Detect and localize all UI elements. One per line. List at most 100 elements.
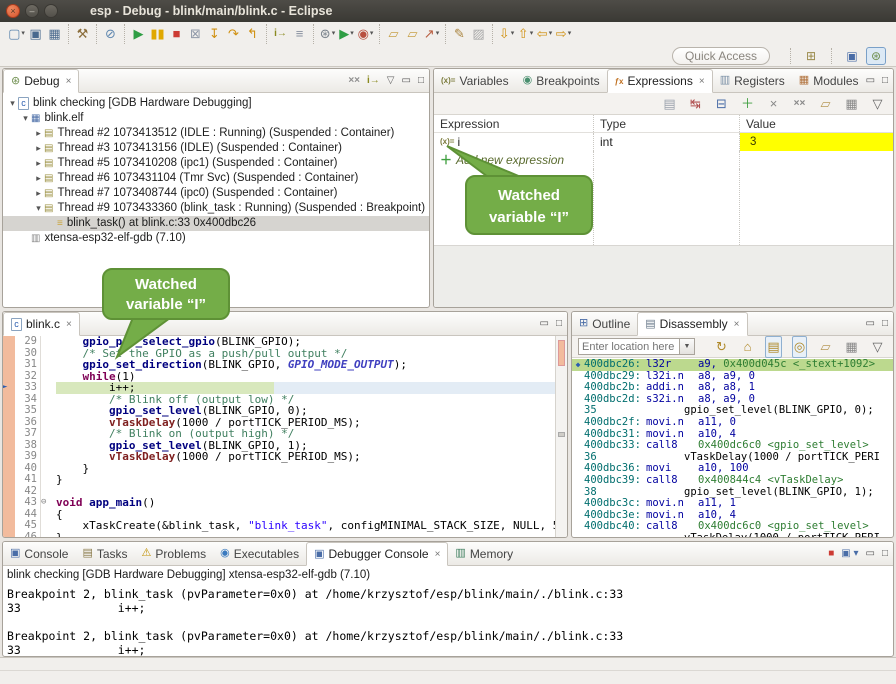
build-icon[interactable]: ⚒ xyxy=(73,24,92,44)
open-resource-icon[interactable]: ▱ xyxy=(403,24,422,44)
step-into-icon[interactable]: ↧ xyxy=(205,24,224,44)
tab-registers[interactable]: ▥Registers xyxy=(713,69,792,92)
goto-annotation-icon[interactable]: ⇧▾ xyxy=(516,24,535,44)
instruction-stepping-toggle-icon[interactable]: i→ xyxy=(367,75,380,86)
maximize-icon[interactable]: □ xyxy=(882,548,888,559)
column-header-type[interactable]: Type xyxy=(594,115,740,132)
new-view-icon[interactable]: ▱ xyxy=(816,94,835,114)
close-tab-icon[interactable]: × xyxy=(734,319,740,330)
mark-occurrences-icon[interactable]: ▨ xyxy=(469,24,488,44)
tab-debugger-console[interactable]: ▣Debugger Console× xyxy=(306,542,448,566)
pin-view-icon[interactable]: ▦ xyxy=(842,94,861,114)
tab-expressions[interactable]: ƒxExpressions× xyxy=(607,69,713,93)
maximize-icon[interactable]: □ xyxy=(882,75,888,86)
resume-icon[interactable]: ▶ xyxy=(129,24,148,44)
run-launch-icon[interactable]: ▶▾ xyxy=(337,24,356,44)
debug-perspective-icon[interactable]: ⊛ xyxy=(866,47,886,65)
editor-overview-ruler[interactable] xyxy=(555,336,567,537)
close-window-icon[interactable]: × xyxy=(6,4,20,18)
close-tab-icon[interactable]: × xyxy=(435,549,441,560)
tree-item[interactable]: ▾cblink checking [GDB Hardware Debugging… xyxy=(3,96,429,111)
editor-code-area[interactable]: gpio_pad_select_gpio(BLINK_GPIO); /* Set… xyxy=(50,336,555,537)
cpp-perspective-icon[interactable]: ▣ xyxy=(842,47,862,65)
disconnect-icon[interactable]: ⊠ xyxy=(186,24,205,44)
code-editor[interactable]: ► 293031323334353637383940414243444546 ⊖… xyxy=(3,336,567,537)
tree-item[interactable]: ▸▤Thread #3 1073413156 (IDLE) (Suspended… xyxy=(3,141,429,156)
home-icon[interactable]: ⌂ xyxy=(738,337,757,357)
launch-history-icon[interactable]: ↗▾ xyxy=(422,24,441,44)
tab-console[interactable]: ▣Console xyxy=(3,542,75,565)
back-icon[interactable]: ⇦▾ xyxy=(535,24,554,44)
show-logical-structure-icon[interactable]: ↹ xyxy=(686,94,705,114)
expand-toggle-icon[interactable]: ▸ xyxy=(33,126,44,141)
expand-toggle-icon[interactable]: ▸ xyxy=(33,186,44,201)
show-type-names-icon[interactable]: ▤ xyxy=(660,94,679,114)
minimize-icon[interactable]: ▭ xyxy=(402,75,411,86)
tab-memory[interactable]: ▥Memory xyxy=(448,542,520,565)
use-step-filters-icon[interactable]: ≡ xyxy=(290,24,309,44)
open-task-icon[interactable]: ▱ xyxy=(384,24,403,44)
step-over-icon[interactable]: ↷ xyxy=(224,24,243,44)
new-wizard-icon[interactable]: ▢▾ xyxy=(7,24,26,44)
step-return-icon[interactable]: ↰ xyxy=(243,24,262,44)
collapse-all-icon[interactable]: ⊟ xyxy=(712,94,731,114)
location-input[interactable] xyxy=(578,338,680,355)
console-output[interactable]: Breakpoint 2, blink_task (pvParameter=0x… xyxy=(3,583,893,656)
minimize-icon[interactable]: ▭ xyxy=(866,548,875,559)
tab-outline[interactable]: ⊞Outline xyxy=(572,312,637,335)
tree-item[interactable]: ▾▦blink.elf xyxy=(3,111,429,126)
tab-modules[interactable]: ▦Modules xyxy=(792,69,866,92)
minimize-icon[interactable]: ▭ xyxy=(540,318,549,329)
expand-toggle-icon[interactable]: ▸ xyxy=(33,171,44,186)
save-icon[interactable]: ▣ xyxy=(26,24,45,44)
maximize-icon[interactable]: □ xyxy=(418,75,424,86)
tab-tasks[interactable]: ▤Tasks xyxy=(75,542,134,565)
tab-blink.c[interactable]: cblink.c× xyxy=(3,312,80,336)
sync-context-toggle-icon[interactable]: ◎ xyxy=(790,337,809,357)
debug-launch-icon[interactable]: ⊛▾ xyxy=(318,24,337,44)
tree-item[interactable]: ▸▤Thread #7 1073408744 (ipc0) (Suspended… xyxy=(3,186,429,201)
display-console-icon[interactable]: ▣ ▾ xyxy=(841,548,858,559)
terminate-icon[interactable]: ■ xyxy=(167,24,186,44)
save-all-icon[interactable]: ▦ xyxy=(45,24,64,44)
remove-expression-icon[interactable]: × xyxy=(764,94,783,114)
show-source-toggle-icon[interactable]: ▤ xyxy=(764,337,783,357)
terminate-console-icon[interactable]: ■ xyxy=(828,548,834,559)
skip-all-breakpoints-icon[interactable]: ⊘ xyxy=(101,24,120,44)
tab-breakpoints[interactable]: ◉Breakpoints xyxy=(516,69,607,92)
tree-item[interactable]: ▸▤Thread #2 1073413512 (IDLE : Running) … xyxy=(3,126,429,141)
minimize-icon[interactable]: ▭ xyxy=(866,75,875,86)
tab-debug[interactable]: ⊛Debug× xyxy=(3,69,79,93)
format-brush-icon[interactable]: ✎ xyxy=(450,24,469,44)
minimize-window-icon[interactable]: – xyxy=(25,4,39,18)
refresh-icon[interactable]: ↻ xyxy=(712,337,731,357)
view-menu-icon[interactable]: ▽ xyxy=(868,94,887,114)
tree-item[interactable]: ▸▤Thread #6 1073431104 (Tmr Svc) (Suspen… xyxy=(3,171,429,186)
last-edit-location-icon[interactable]: ⇩▾ xyxy=(497,24,516,44)
editor-fold-margin[interactable]: ⊖ xyxy=(41,336,50,537)
close-tab-icon[interactable]: × xyxy=(699,76,705,87)
remove-all-terminated-icon[interactable]: ×× xyxy=(348,75,360,86)
add-expression-row[interactable]: ＋Add new expression xyxy=(434,151,893,169)
forward-icon[interactable]: ⇨▾ xyxy=(554,24,573,44)
open-perspective-icon[interactable]: ⊞ xyxy=(801,47,821,65)
disassembly-listing[interactable]: ◆400dbc26:l32ra9, 0x400d045c <_stext+109… xyxy=(572,358,893,537)
tab-executables[interactable]: ◉Executables xyxy=(213,542,306,565)
quick-access-button[interactable]: Quick Access xyxy=(672,47,770,65)
maximize-icon[interactable]: □ xyxy=(556,318,562,329)
tab-problems[interactable]: ⚠Problems xyxy=(135,542,214,565)
expand-toggle-icon[interactable]: ▾ xyxy=(33,201,44,216)
tab-disassembly[interactable]: ▤Disassembly× xyxy=(637,312,747,336)
tree-item[interactable]: ▾▤Thread #9 1073433360 (blink_task : Run… xyxy=(3,201,429,216)
expand-toggle-icon[interactable]: ▾ xyxy=(20,111,31,126)
tab-variables[interactable]: (x)=Variables xyxy=(434,69,516,92)
expression-row[interactable]: (x)=i int 3 xyxy=(434,133,893,151)
external-tools-icon[interactable]: ◉▾ xyxy=(356,24,375,44)
column-header-expression[interactable]: Expression xyxy=(434,115,594,132)
tree-item[interactable]: ≡blink_task() at blink.c:33 0x400dbc26 xyxy=(3,216,429,231)
tree-item[interactable]: ▸▤Thread #5 1073410208 (ipc1) (Suspended… xyxy=(3,156,429,171)
remove-all-expressions-icon[interactable]: ×× xyxy=(790,94,809,114)
expand-toggle-icon[interactable]: ▸ xyxy=(33,156,44,171)
maximize-window-icon[interactable] xyxy=(44,4,58,18)
maximize-icon[interactable]: □ xyxy=(882,318,888,329)
